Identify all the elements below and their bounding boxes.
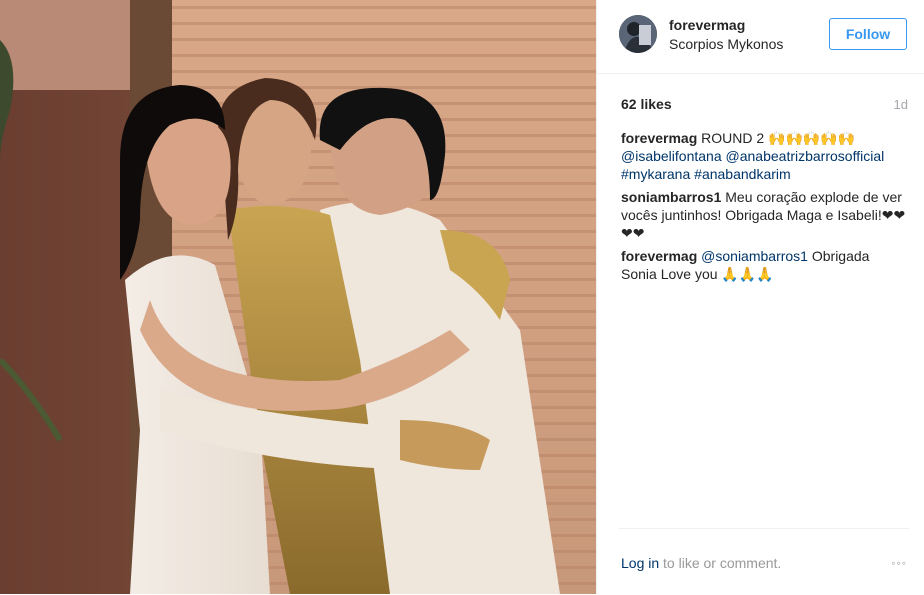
- shade-slat: [172, 22, 596, 25]
- shade-slat: [172, 6, 596, 9]
- comment-username[interactable]: soniambarros1: [621, 189, 721, 205]
- comment-username[interactable]: forevermag: [621, 130, 697, 146]
- follow-button[interactable]: Follow: [829, 18, 907, 50]
- shade-slat: [172, 38, 596, 41]
- comments-list: forevermag ROUND 2 🙌🙌🙌🙌🙌 @isabelifontana…: [621, 129, 909, 288]
- post-header: forevermag Scorpios Mykonos Follow: [597, 0, 924, 74]
- photo-image: [0, 0, 596, 594]
- login-link[interactable]: Log in: [621, 555, 659, 571]
- more-options-icon[interactable]: ◦◦◦: [891, 556, 907, 570]
- location-link[interactable]: Scorpios Mykonos: [669, 36, 783, 52]
- avatar-image: [619, 15, 657, 53]
- likes-count[interactable]: 62 likes: [621, 96, 672, 112]
- username-link[interactable]: forevermag: [669, 17, 745, 33]
- instagram-post: forevermag Scorpios Mykonos Follow 62 li…: [0, 0, 924, 594]
- mention-link[interactable]: @soniambarros1: [701, 248, 808, 264]
- mention-link[interactable]: @anabeatrizbarrosofficial: [726, 148, 885, 164]
- login-suffix: to like or comment.: [663, 555, 782, 571]
- comment-text: ROUND 2 🙌🙌🙌🙌🙌: [701, 130, 856, 146]
- likes-row: 62 likes 1d: [621, 96, 908, 112]
- shade-slat: [172, 70, 596, 73]
- post-photo[interactable]: [0, 0, 596, 594]
- post-age[interactable]: 1d: [894, 97, 908, 112]
- post-sidebar: forevermag Scorpios Mykonos Follow 62 li…: [596, 0, 924, 594]
- post-footer: Log in to like or comment. ◦◦◦: [619, 528, 909, 595]
- comment-username[interactable]: forevermag: [621, 248, 697, 264]
- hashtag-link[interactable]: #mykarana: [621, 166, 690, 182]
- avatar[interactable]: [619, 15, 657, 53]
- shade-slat: [172, 54, 596, 57]
- comment-item: forevermag ROUND 2 🙌🙌🙌🙌🙌 @isabelifontana…: [621, 129, 909, 183]
- hashtag-link[interactable]: #anabandkarim: [694, 166, 791, 182]
- comment-item: soniambarros1 Meu coração explode de ver…: [621, 188, 909, 242]
- mention-link[interactable]: @isabelifontana: [621, 148, 722, 164]
- comment-item: forevermag @soniambarros1 Obrigada Sonia…: [621, 247, 909, 283]
- login-prompt: Log in to like or comment.: [621, 555, 781, 571]
